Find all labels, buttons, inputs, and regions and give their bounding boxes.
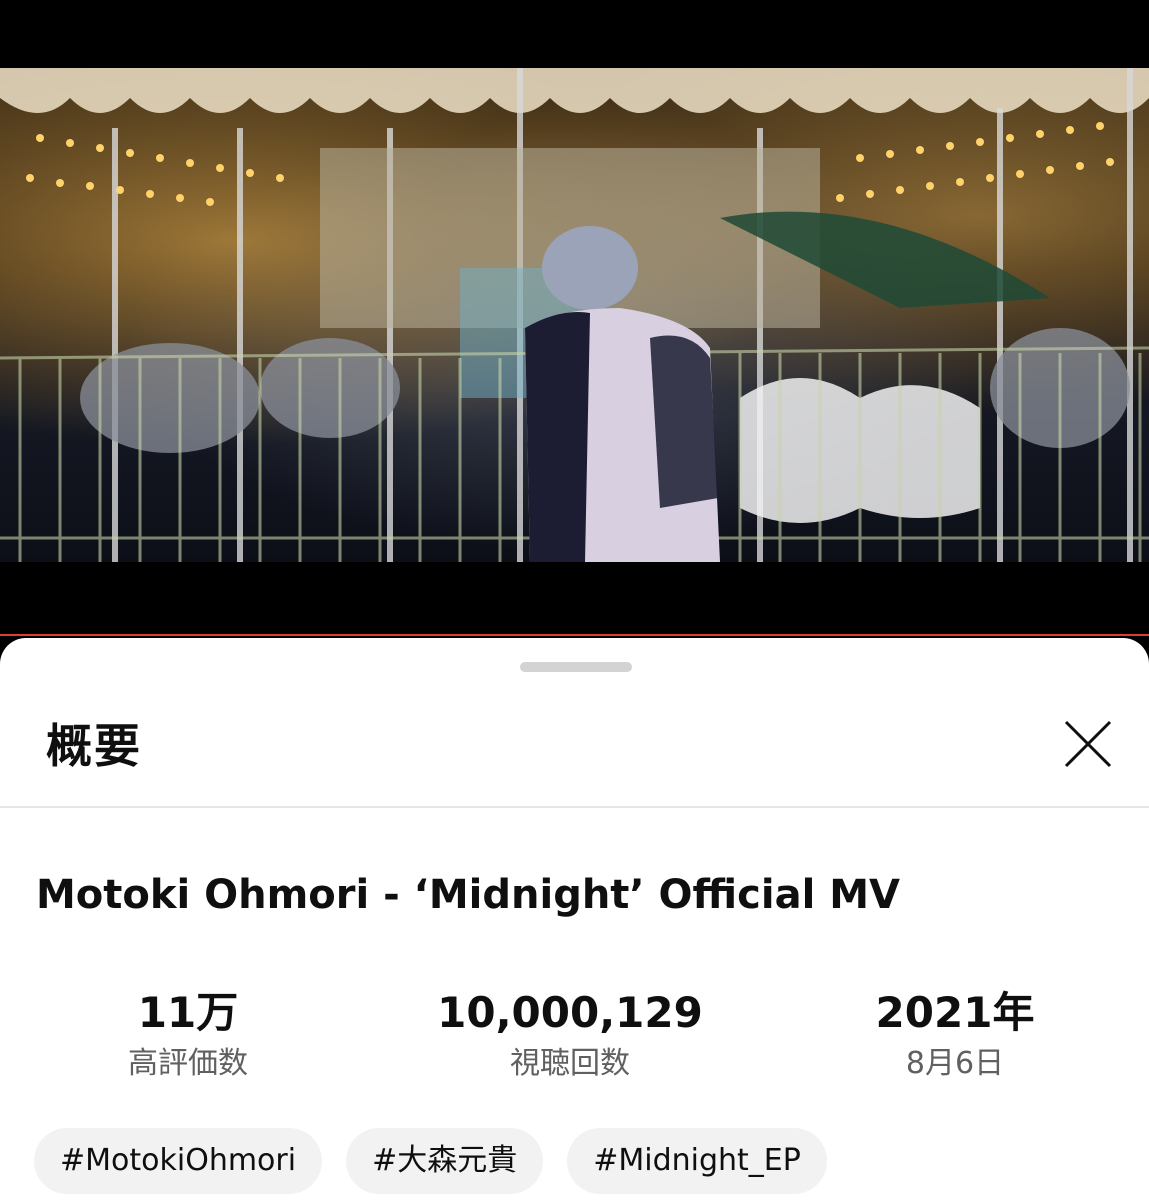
video-frame[interactable] xyxy=(0,68,1149,562)
views-count: 10,000,129 xyxy=(437,988,703,1037)
likes-label: 高評価数 xyxy=(128,1046,248,1081)
likes-stat: 11万 高評価数 xyxy=(88,988,288,1086)
video-progress-bar[interactable] xyxy=(0,634,1149,636)
drag-handle[interactable] xyxy=(520,662,632,672)
upload-date: 8月6日 xyxy=(905,1046,1005,1081)
divider xyxy=(0,806,1149,808)
carousel-scene-image xyxy=(0,68,1149,562)
close-icon xyxy=(1064,720,1112,768)
sheet-title: 概要 xyxy=(46,719,142,773)
app-screen: 概要 Motoki Ohmori - ‘Midnight’ Official M… xyxy=(0,0,1149,1200)
likes-count: 11万 xyxy=(137,988,239,1037)
hashtag-chip[interactable]: #大森元貴 xyxy=(346,1128,544,1194)
description-sheet: 概要 Motoki Ohmori - ‘Midnight’ Official M… xyxy=(0,638,1149,1200)
upload-year: 2021年 xyxy=(875,988,1035,1037)
video-title: Motoki Ohmori - ‘Midnight’ Official MV xyxy=(36,872,900,918)
hashtag-list: #MotokiOhmori #大森元貴 #Midnight_EP xyxy=(34,1128,827,1194)
views-label: 視聴回数 xyxy=(510,1046,630,1081)
views-stat: 10,000,129 視聴回数 xyxy=(430,988,710,1086)
hashtag-chip[interactable]: #MotokiOhmori xyxy=(34,1128,323,1194)
close-button[interactable] xyxy=(1058,714,1118,774)
video-player[interactable] xyxy=(0,0,1149,636)
upload-date-stat: 2021年 8月6日 xyxy=(855,988,1055,1086)
hashtag-chip[interactable]: #Midnight_EP xyxy=(567,1128,827,1194)
